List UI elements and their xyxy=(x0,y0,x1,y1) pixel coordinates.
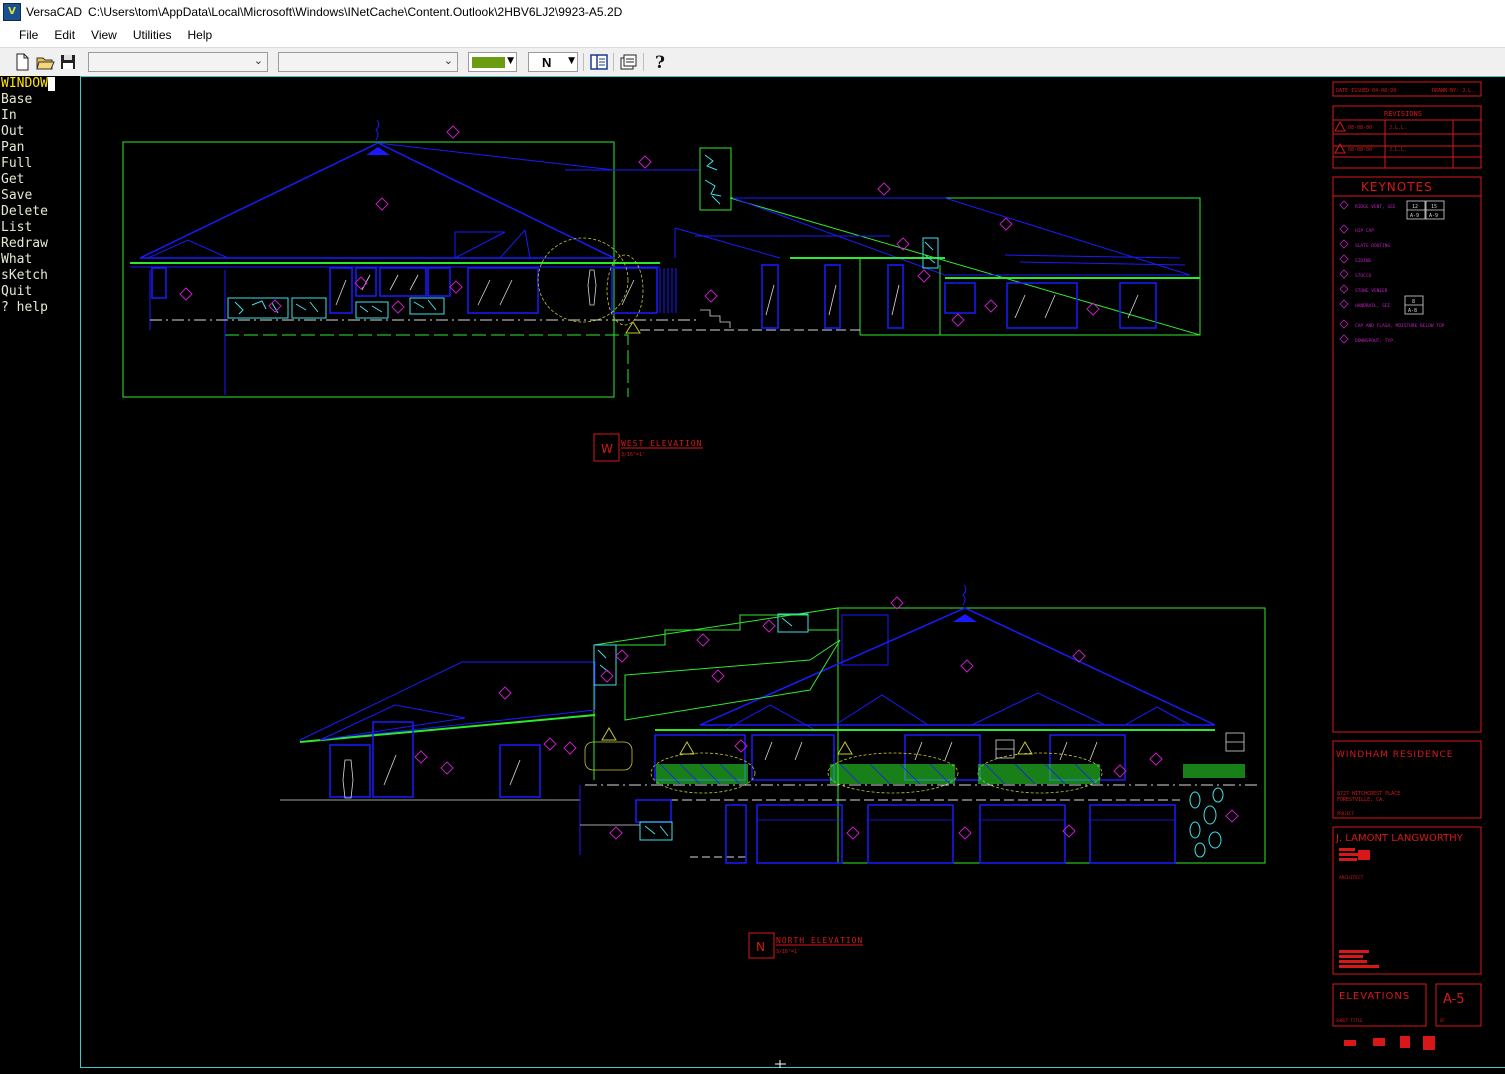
toolbar: ⌄ ⌄ ▼ N ▼ ? xyxy=(0,48,1505,77)
command-item-base[interactable]: Base xyxy=(0,92,80,108)
new-file-icon[interactable] xyxy=(12,52,32,72)
revision-2-date: 08-08-00 xyxy=(1348,147,1372,153)
command-item-in[interactable]: In xyxy=(0,108,80,124)
keynote-5: STUCCO xyxy=(1355,273,1372,279)
keynote-ref-1-sheet: A-9 xyxy=(1410,213,1419,219)
save-disk-icon[interactable] xyxy=(58,52,78,72)
color-swatch xyxy=(472,57,505,68)
sheet-number: A-5 xyxy=(1443,992,1465,1007)
keynote-8: CAP AND FLASH, MOISTURE BELOW TOP xyxy=(1355,323,1445,329)
keynote-ref-1-num: 12 xyxy=(1412,204,1418,210)
keynote-3: SLATE ROOFING xyxy=(1355,243,1391,249)
command-item-window[interactable]: WINDOW xyxy=(0,76,80,92)
svg-text:?: ? xyxy=(655,53,665,72)
command-item-what[interactable]: What xyxy=(0,252,80,268)
command-item-sketch[interactable]: sKetch xyxy=(0,268,80,284)
dropdown-arrow-icon: ▼ xyxy=(568,56,575,66)
sheet-title-label: SHEET TITLE xyxy=(1336,1018,1363,1023)
sheet-of: OF xyxy=(1440,1018,1445,1023)
west-label-scale: 3/16"=1' xyxy=(621,452,645,458)
north-label-title: NORTH ELEVATION xyxy=(776,936,863,945)
revisions-title: REVISIONS xyxy=(1384,110,1422,118)
command-item-quit[interactable]: Quit xyxy=(0,284,80,300)
date-issued: DATE ISSUED 04-08-99 xyxy=(1336,88,1396,94)
revision-1-by: J.L.L. xyxy=(1389,125,1407,131)
keynote-6: STONE VENEER xyxy=(1355,288,1388,294)
command-active-label: WINDOW xyxy=(1,76,48,91)
project-name: WINDHAM RESIDENCE xyxy=(1336,750,1453,760)
file-path: C:\Users\tom\AppData\Local\Microsoft\Win… xyxy=(88,5,623,19)
settings-icon[interactable] xyxy=(619,52,639,72)
keynote-7: HANDRAIL, SEE xyxy=(1355,303,1391,309)
west-label-title: WEST ELEVATION xyxy=(621,439,702,448)
keynotes-title: KEYNOTES xyxy=(1361,180,1433,194)
keynote-4: SIDING xyxy=(1355,258,1372,264)
keynote-ref-2-sheet: A-9 xyxy=(1429,213,1438,219)
project-label: PROJECT xyxy=(1337,811,1354,816)
open-folder-icon[interactable] xyxy=(35,52,55,72)
menu-bar: File Edit View Utilities Help xyxy=(0,24,1505,48)
command-item-pan[interactable]: Pan xyxy=(0,140,80,156)
command-menu: WINDOW Base In Out Pan Full Get Save Del… xyxy=(0,76,80,1074)
toolbar-separator xyxy=(583,53,584,71)
toolbar-separator xyxy=(643,53,644,71)
style-combo[interactable]: ⌄ xyxy=(278,52,458,72)
chevron-down-icon: ⌄ xyxy=(443,54,453,67)
command-item-full[interactable]: Full xyxy=(0,156,80,172)
versacad-app-icon[interactable]: V xyxy=(3,3,21,21)
help-question-icon[interactable]: ? xyxy=(650,52,670,73)
color-combo[interactable]: ▼ xyxy=(468,52,517,72)
keynote-ref-3-num: 8 xyxy=(1412,299,1415,305)
keynote-2: HIP CAP xyxy=(1355,228,1374,234)
command-item-delete[interactable]: Delete xyxy=(0,204,80,220)
command-item-help[interactable]: ? help xyxy=(0,300,80,316)
text-cursor xyxy=(47,76,55,91)
project-address-2: FORESTVILLE, CA. xyxy=(1337,797,1385,803)
architect-label: ARCHITECT xyxy=(1339,875,1364,881)
toolbar-separator xyxy=(613,53,614,71)
menu-file[interactable]: File xyxy=(11,24,46,47)
command-item-redraw[interactable]: Redraw xyxy=(0,236,80,252)
layer-combo[interactable]: ⌄ xyxy=(88,52,268,72)
cad-drawing[interactable]: W WEST ELEVATION 3/16"=1' N NORTH ELEVAT… xyxy=(80,76,1505,1074)
title-bar: V VersaCAD C:\Users\tom\AppData\Local\Mi… xyxy=(0,0,1505,24)
pen-combo[interactable]: N ▼ xyxy=(528,52,578,72)
north-label-letter: N xyxy=(756,940,765,954)
chevron-down-icon: ⌄ xyxy=(253,54,263,67)
north-label-scale: 3/16"=1' xyxy=(776,949,800,955)
app-name: VersaCAD xyxy=(26,5,83,19)
command-item-get[interactable]: Get xyxy=(0,172,80,188)
drawing-canvas[interactable]: W WEST ELEVATION 3/16"=1' N NORTH ELEVAT… xyxy=(80,76,1505,1074)
pen-value: N xyxy=(542,55,552,70)
keynote-ref-3-sheet: A-8 xyxy=(1408,308,1417,314)
revision-1-date: 08-08-00 xyxy=(1348,125,1372,131)
west-label-letter: W xyxy=(601,442,613,456)
keynote-9: DOWNSPOUT, TYP. xyxy=(1355,338,1396,344)
command-item-out[interactable]: Out xyxy=(0,124,80,140)
keynote-ref-2-num: 15 xyxy=(1431,204,1437,210)
command-item-list[interactable]: List xyxy=(0,220,80,236)
revision-2-by: J.L.L. xyxy=(1389,147,1407,153)
architect-name: J. LAMONT LANGWORTHY xyxy=(1335,833,1464,844)
sheet-title: ELEVATIONS xyxy=(1339,991,1410,1002)
menu-view[interactable]: View xyxy=(83,24,125,47)
dropdown-arrow-icon: ▼ xyxy=(507,56,514,66)
menu-edit[interactable]: Edit xyxy=(46,24,83,47)
keynote-1: RIDGE VENT, SEE xyxy=(1355,204,1396,210)
layer-panel-icon[interactable] xyxy=(589,52,609,72)
drawn-by: DRAWN BY: J.L. xyxy=(1432,88,1474,94)
menu-help[interactable]: Help xyxy=(180,24,221,47)
menu-utilities[interactable]: Utilities xyxy=(125,24,180,47)
command-item-save[interactable]: Save xyxy=(0,188,80,204)
